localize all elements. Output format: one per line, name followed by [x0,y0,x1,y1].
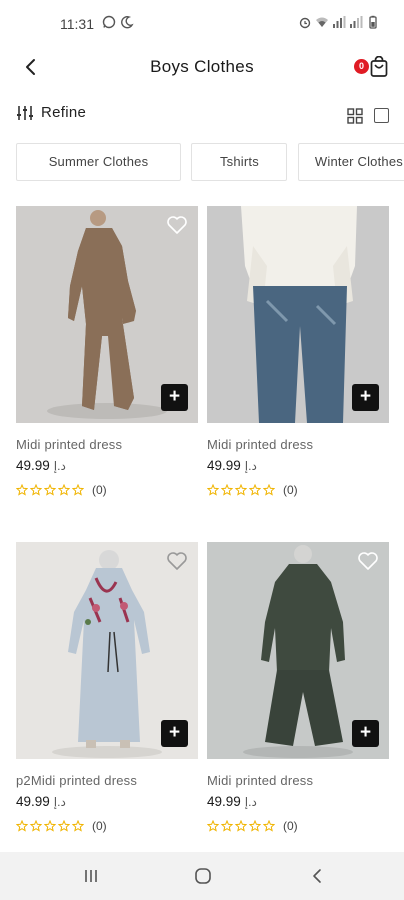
star-icon [207,484,219,496]
refine-label: Refine [41,104,87,121]
price-currency: د.إ [244,795,257,809]
toolbar: Refine [0,100,404,132]
refine-button[interactable]: Refine [16,104,86,121]
battery-icon [369,15,377,29]
star-icon [249,484,261,496]
product-name[interactable]: Midi printed dress [16,437,198,452]
recent-apps-icon [85,870,97,882]
price-value: 49.99 [16,458,50,473]
star-icon [58,820,70,832]
heart-icon[interactable] [357,551,379,571]
app-header: Boys Clothes 0 [0,48,404,86]
rating: (0) [207,819,389,833]
price-currency: د.إ [244,459,257,473]
rating-count: (0) [283,483,298,497]
price-currency: د.إ [53,459,66,473]
signal-icon [350,16,363,28]
wifi-icon [316,17,328,27]
star-icon [30,484,42,496]
signal-icon [333,16,346,28]
rating-count: (0) [283,819,298,833]
product-card[interactable]: + Midi printed dress 49.99 د.إ (0) [207,542,389,833]
whatsapp-icon [102,15,116,29]
category-chips: Summer Clothes Tshirts Winter Clothes [16,143,404,181]
list-view-icon[interactable] [374,108,389,123]
star-icon [263,820,275,832]
status-time: 11:31 [60,16,94,32]
system-nav-bar [0,852,404,900]
star-icon [44,820,56,832]
cart-button[interactable]: 0 [354,54,390,80]
star-icon [263,484,275,496]
add-to-cart-button[interactable]: + [161,384,188,411]
moon-icon [121,16,134,29]
product-card[interactable]: + Midi printed dress 49.99 د.إ (0) [16,206,198,497]
star-icon [16,820,28,832]
rating: (0) [16,483,198,497]
rating-count: (0) [92,483,107,497]
product-price: 49.99 د.إ [207,458,389,473]
product-price: 49.99 د.إ [16,794,198,809]
chip-tshirts[interactable]: Tshirts [191,143,288,181]
product-image[interactable]: + [16,206,198,423]
price-value: 49.99 [207,794,241,809]
page-title: Boys Clothes [150,57,254,76]
heart-icon[interactable] [166,551,188,571]
add-to-cart-button[interactable]: + [161,720,188,747]
price-currency: د.إ [53,795,66,809]
star-icon [58,484,70,496]
shopping-bag-icon [370,56,388,77]
product-card[interactable]: + p2Midi printed dress 49.99 د.إ (0) [16,542,198,833]
cart-count-badge: 0 [354,59,369,74]
price-value: 49.99 [207,458,241,473]
star-icon [16,484,28,496]
system-back-button[interactable] [302,864,332,888]
rating: (0) [207,483,389,497]
alarm-icon [299,17,311,29]
rating-count: (0) [92,819,107,833]
status-bar: 11:31 [0,0,404,48]
star-icon [221,484,233,496]
star-icon [72,820,84,832]
product-name[interactable]: p2Midi printed dress [16,773,198,788]
home-icon [195,868,211,884]
star-icon [235,820,247,832]
grid-view-icon[interactable] [347,108,363,124]
heart-icon[interactable] [166,215,188,235]
chip-winter-clothes[interactable]: Winter Clothes [297,143,404,181]
back-arrow-icon [313,869,321,883]
add-to-cart-button[interactable]: + [352,720,379,747]
product-card[interactable]: + Midi printed dress 49.99 د.إ (0) [207,206,389,497]
star-icon [72,484,84,496]
add-to-cart-button[interactable]: + [352,384,379,411]
filter-sliders-icon [17,105,33,120]
star-icon [30,820,42,832]
product-price: 49.99 د.إ [207,794,389,809]
product-image[interactable]: + [16,542,198,759]
product-price: 49.99 د.إ [16,458,198,473]
star-icon [221,820,233,832]
product-image[interactable]: + [207,206,389,423]
product-name[interactable]: Midi printed dress [207,437,389,452]
star-icon [207,820,219,832]
product-image[interactable]: + [207,542,389,759]
chip-summer-clothes[interactable]: Summer Clothes [16,143,181,181]
price-value: 49.99 [16,794,50,809]
home-button[interactable] [188,864,218,888]
recent-apps-button[interactable] [76,864,106,888]
star-icon [44,484,56,496]
product-name[interactable]: Midi printed dress [207,773,389,788]
star-icon [235,484,247,496]
rating: (0) [16,819,198,833]
star-icon [249,820,261,832]
